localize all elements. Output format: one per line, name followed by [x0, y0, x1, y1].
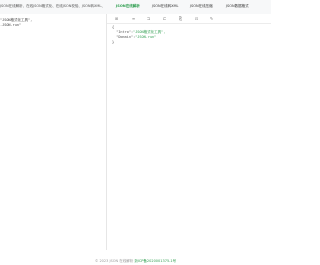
- format-icon[interactable]: ⊞: [114, 16, 119, 21]
- json-input-editor[interactable]: "JSON格式化工具", .JSON.run": [0, 18, 104, 248]
- clear-icon[interactable]: ⊡: [194, 16, 199, 21]
- input-line: .JSON.run": [0, 23, 22, 27]
- json-close-brace: }: [112, 40, 115, 44]
- copy-icon[interactable]: ⎘: [178, 16, 183, 21]
- json-key: "Intro": [116, 30, 131, 34]
- json-value: "JSON格式化工具",: [133, 30, 166, 34]
- expand-icon[interactable]: ⊐: [146, 16, 151, 21]
- site-description: JSON在线解析、在线JSON格式化、在线JSON校验、JSON转XML、JS.…: [0, 4, 103, 8]
- compress-icon[interactable]: ≡: [131, 16, 136, 21]
- page: JSON在线解析、在线JSON格式化、在线JSON校验、JSON转XML、JS.…: [0, 0, 271, 265]
- copyright-text: © 2023 JSON 在线解析: [94, 259, 135, 263]
- output-toolbar: ⊞ ≡ ⊐ ⊏ ⎘ ⊡ ✎: [107, 14, 271, 24]
- json-value: "JSON.run": [135, 35, 157, 39]
- tab-json-to-xml[interactable]: JSON在线转XML: [152, 4, 179, 9]
- json-output-view[interactable]: { "Intro":"JSON格式化工具", "Domain":"JSON.ru…: [112, 25, 262, 85]
- tab-json-compress[interactable]: JSON在线压缩: [190, 4, 213, 9]
- tab-json-parse[interactable]: JSON在线解析: [116, 4, 140, 9]
- collapse-icon[interactable]: ⊏: [162, 16, 167, 21]
- top-bar: JSON在线解析、在线JSON格式化、在线JSON校验、JSON转XML、JS.…: [0, 0, 271, 14]
- tab-json-format[interactable]: JSON数据格式: [226, 4, 249, 9]
- nav-tabs: JSON在线解析 JSON在线转XML JSON在线压缩 JSON数据格式: [106, 0, 271, 14]
- edit-icon[interactable]: ✎: [209, 16, 214, 21]
- icp-link[interactable]: 浙ICP备2020001375-1号: [134, 259, 176, 263]
- footer: © 2023 JSON 在线解析 浙ICP备2020001375-1号: [0, 259, 271, 265]
- json-key: "Domain": [116, 35, 134, 39]
- pane-divider[interactable]: [106, 14, 107, 250]
